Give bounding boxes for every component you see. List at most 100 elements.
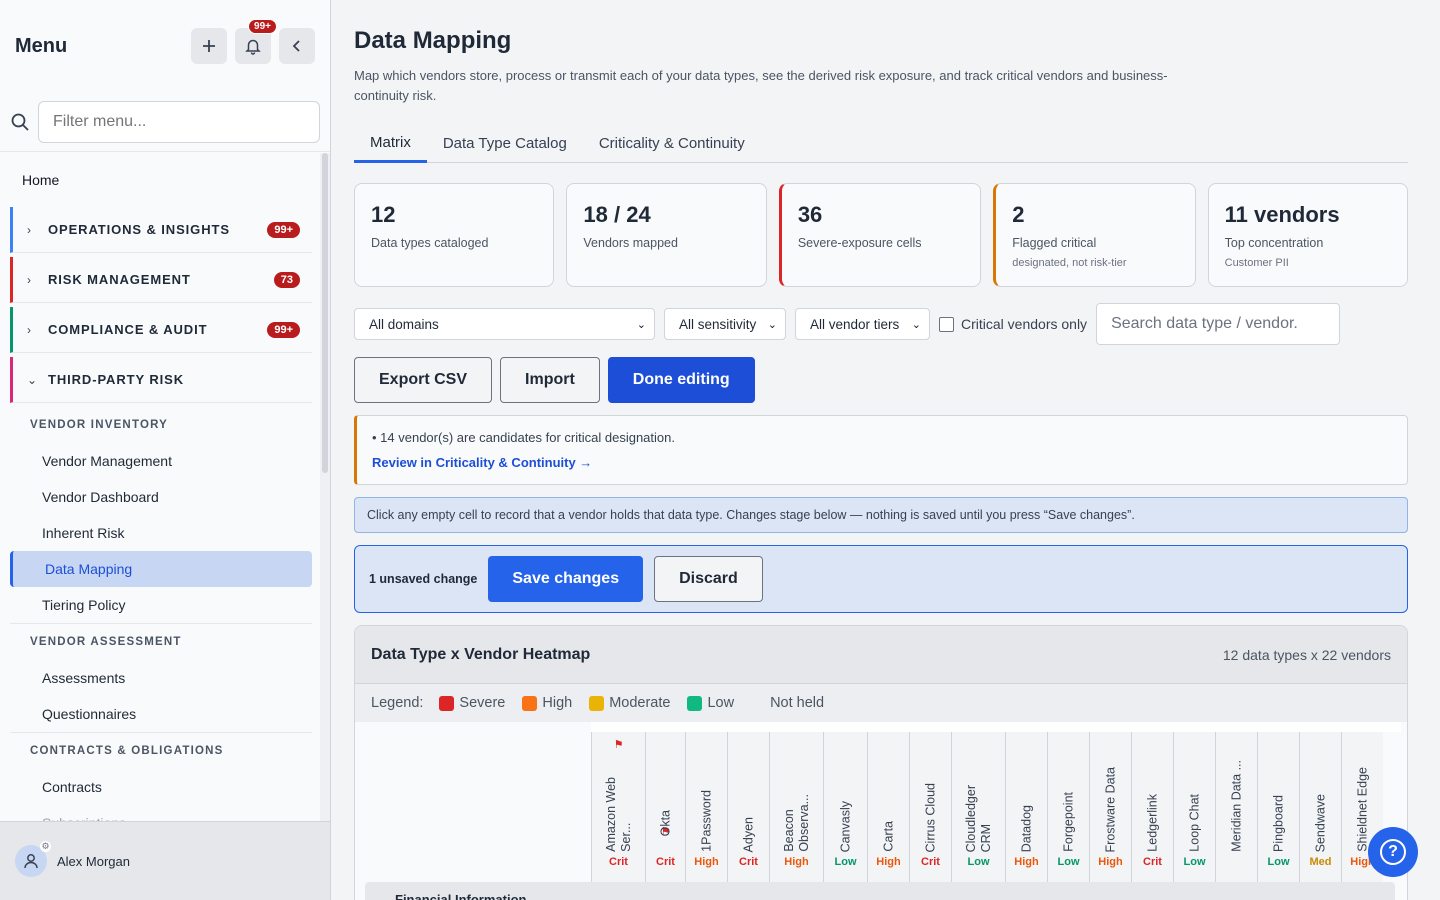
vendor-column-header[interactable]: Adyen Crit [727,732,769,882]
notifications-button[interactable]: 99+ [235,19,277,64]
stat-value: 11 vendors [1224,202,1340,227]
nav-home[interactable]: Home [0,153,320,207]
sidebar-item-subscriptions[interactable]: Subscriptions [0,805,320,821]
add-button[interactable] [191,28,227,64]
vendor-tier-label: High [784,856,809,868]
select-value: All vendor tiers [810,316,900,332]
filter-menu-input[interactable] [38,100,320,143]
nav-group-label: RISK MANAGEMENT [48,272,191,287]
vendor-name: Canvasly [838,800,852,852]
sidebar-item-vendor-dashboard[interactable]: Vendor Dashboard [0,479,320,515]
vendor-column-header[interactable]: Carta High [867,732,909,882]
tab-criticality-continuity[interactable]: Criticality & Continuity [583,124,761,162]
vendor-tier-label: High [876,856,901,868]
vendor-name: Sendwave [1313,793,1327,852]
vendor-name: Frostware Data [1103,766,1117,852]
search-icon [11,113,29,131]
tab-data-type-catalog[interactable]: Data Type Catalog [427,124,583,162]
nav-group-operations[interactable]: › OPERATIONS & INSIGHTS 99+ [10,207,312,253]
vendor-name: Adyen [741,816,755,852]
save-changes-button[interactable]: Save changes [488,556,644,602]
legend-label: Legend: [371,695,424,711]
heatmap-title: Data Type x Vendor Heatmap [371,645,591,663]
sidebar-item-inherent-risk[interactable]: Inherent Risk [0,515,320,551]
tab-matrix[interactable]: Matrix [354,124,427,163]
nav-group-risk-management[interactable]: › RISK MANAGEMENT 73 [10,257,312,303]
sidebar-item-assessments[interactable]: Assessments [0,660,320,696]
scrollbar-thumb[interactable] [322,153,328,473]
checkbox-box[interactable] [939,316,954,332]
chevron-down-icon: ⌄ [636,318,646,331]
stat-value: 2 [1012,202,1025,227]
vendor-column-header[interactable]: Canvasly Low [823,732,867,882]
domain-select[interactable]: All domains ⌄ [354,308,655,340]
vendor-tier-label: High [1014,856,1039,868]
sidebar-item-data-mapping[interactable]: Data Mapping [10,551,312,587]
stat-value: 12 [371,202,396,227]
unsaved-changes-bar: 1 unsaved change Save changes Discard [354,545,1408,613]
help-button[interactable]: ? [1368,827,1418,877]
edit-info-banner: Click any empty cell to record that a ve… [354,497,1408,533]
sidebar: Menu 99+ Home › OPERATIONS & INSIGHTS 99… [0,0,331,900]
vendor-column-header[interactable]: Meridian Data ... [1215,732,1257,882]
vendor-tier-label: Crit [609,856,628,868]
critical-only-checkbox[interactable]: Critical vendors only [939,316,1087,332]
sidebar-scrollbar[interactable] [320,153,330,821]
vendor-column-header[interactable]: ⚑ Okta Crit [645,732,685,882]
nav-group-compliance[interactable]: › COMPLIANCE & AUDIT 99+ [10,307,312,353]
legend-text: Moderate [609,695,671,711]
vendor-column-header[interactable]: Datadog High [1005,732,1047,882]
avatar: ⚙ [15,841,51,877]
vendor-column-header[interactable]: Sendwave Med [1299,732,1341,882]
nav-group-third-party-risk[interactable]: ⌄ THIRD-PARTY RISK [10,357,312,403]
vendor-column-header[interactable]: Loop Chat Low [1173,732,1215,882]
sensitivity-select[interactable]: All sensitivity ⌄ [664,308,786,340]
nav-group-label: OPERATIONS & INSIGHTS [48,222,230,237]
vendor-column-header[interactable]: Cirrus Cloud Crit [909,732,951,882]
vendor-name: Ledgerlink [1145,794,1159,852]
chevron-down-icon: ⌄ [911,318,921,331]
heatmap-panel: Data Type x Vendor Heatmap 12 data types… [354,625,1408,900]
section-contracts: CONTRACTS & OBLIGATIONS [30,745,224,757]
user-icon [24,854,38,869]
done-editing-button[interactable]: Done editing [607,357,755,403]
vendor-column-header[interactable]: Cloudledger CRM Low [951,732,1005,882]
vendor-name: Beacon Observa... [781,794,811,852]
gear-icon: ⚙ [40,841,51,852]
chevron-right-icon: › [27,322,31,337]
user-profile[interactable]: ⚙ Alex Morgan [0,821,330,900]
select-value: All domains [369,316,439,332]
sidebar-filter [0,92,330,152]
page-subtitle: Map which vendors store, process or tran… [354,68,1168,103]
nav-group-label: COMPLIANCE & AUDIT [48,322,208,337]
search-data-type-input[interactable]: Search data type / vendor. [1096,303,1341,345]
vendor-column-header[interactable]: 1Password High [685,732,727,882]
vendor-name: Okta [658,809,672,836]
vendor-tier-select[interactable]: All vendor tiers ⌄ [795,308,930,340]
collapse-sidebar-button[interactable] [279,28,315,64]
sidebar-item-tiering-policy[interactable]: Tiering Policy [0,587,320,623]
stat-note: Customer PII [1224,257,1289,269]
heatmap-row-financial: Financial Information [365,882,1395,900]
select-value: All sensitivity [679,316,757,332]
sidebar-item-vendor-management[interactable]: Vendor Management [0,443,320,479]
sidebar-item-contracts[interactable]: Contracts [0,769,320,805]
import-button[interactable]: Import [500,357,600,403]
legend-swatch [439,695,455,711]
sidebar-item-questionnaires[interactable]: Questionnaires [0,696,320,732]
vendor-column-header[interactable]: Forgepoint Low [1047,732,1089,882]
legend-text: High [542,695,573,711]
vendor-column-header[interactable]: Pingboard Low [1257,732,1299,882]
vendor-column-header[interactable]: Frostware Data High [1089,732,1131,882]
stat-label: Top concentration [1224,236,1324,250]
discard-button[interactable]: Discard [654,556,763,602]
vendor-column-header[interactable]: Ledgerlink Crit [1131,732,1173,882]
vendor-name: Cirrus Cloud [923,782,937,852]
vendor-tier-label: Low [967,856,990,868]
export-csv-button[interactable]: Export CSV [354,357,493,403]
vendor-column-header[interactable]: ⚑ Amazon Web Ser... Crit [591,732,645,882]
vendor-column-header[interactable]: Beacon Observa... High [769,732,823,882]
review-criticality-link[interactable]: Review in Criticality & Continuity → [372,455,1392,470]
checkbox-label: Critical vendors only [961,316,1088,332]
stat-value: 18 / 24 [583,202,651,227]
